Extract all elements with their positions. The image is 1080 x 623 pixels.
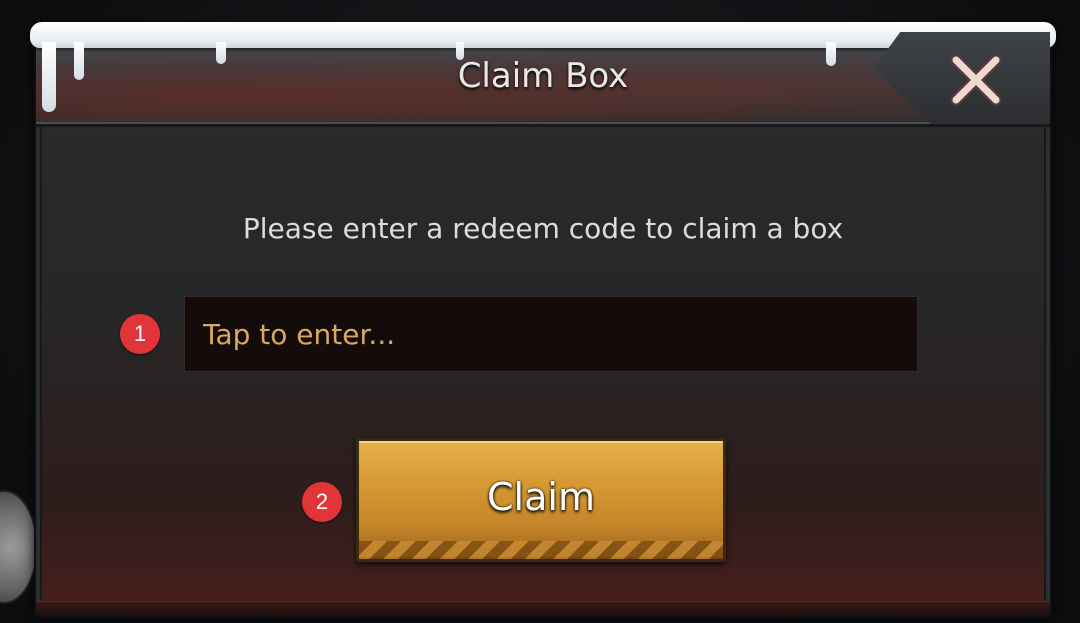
redeem-code-input[interactable] <box>184 296 918 372</box>
close-x-icon <box>950 54 1002 106</box>
hazard-stripes <box>359 541 723 559</box>
claim-button-label: Claim <box>487 475 595 519</box>
game-screen: Claim Box Please enter a redeem code to … <box>0 0 1080 623</box>
dialog-bottom-edge <box>36 601 1050 616</box>
instruction-text: Please enter a redeem code to claim a bo… <box>242 212 844 245</box>
claim-button[interactable]: Claim <box>356 438 726 562</box>
claim-box-dialog: Claim Box Please enter a redeem code to … <box>30 22 1056 618</box>
step-marker-1: 1 <box>120 314 160 354</box>
step-marker-2: 2 <box>302 482 342 522</box>
dialog-header: Claim Box <box>30 22 1056 127</box>
close-button[interactable] <box>946 50 1006 110</box>
side-control-knob[interactable] <box>0 490 38 604</box>
